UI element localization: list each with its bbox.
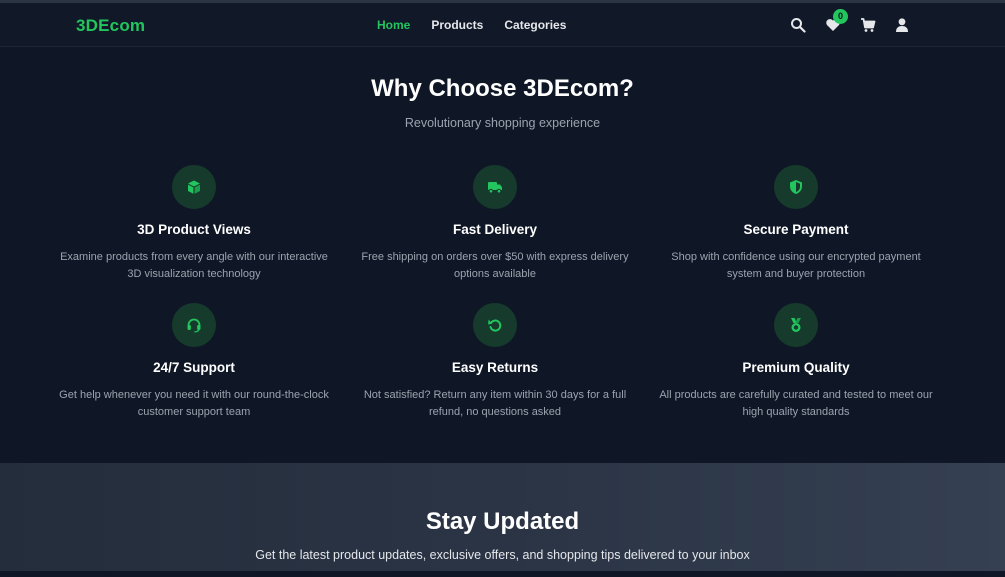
cart-icon[interactable] xyxy=(860,17,876,33)
nav-link-home[interactable]: Home xyxy=(377,18,410,32)
feature-description: Free shipping on orders over $50 with ex… xyxy=(361,251,629,280)
newsletter-section: Stay Updated Get the latest product upda… xyxy=(0,463,1005,577)
truck-icon xyxy=(473,165,517,209)
feature-description: All products are carefully curated and t… xyxy=(659,389,933,418)
section-title: Why Choose 3DEcom? xyxy=(371,75,634,102)
feature-description: Examine products from every angle with o… xyxy=(60,251,328,280)
feature-title: Easy Returns xyxy=(451,360,539,375)
nav-link-categories[interactable]: Categories xyxy=(504,18,566,32)
features-section: Why Choose 3DEcom? Revolutionary shoppin… xyxy=(0,47,1005,463)
feature-card-fast-delivery: Fast Delivery Free shipping on orders ov… xyxy=(345,165,645,283)
bottom-border xyxy=(0,571,1005,577)
feature-card-premium-quality: Premium Quality All products are careful… xyxy=(646,303,946,421)
feature-title: 24/7 Support xyxy=(153,360,235,375)
nav-link-products[interactable]: Products xyxy=(431,18,483,32)
medal-icon xyxy=(774,303,818,347)
navbar: 3DEcom Home Products Categories 0 xyxy=(0,3,1005,47)
feature-card-secure-payment: Secure Payment Shop with confidence usin… xyxy=(646,165,946,283)
newsletter-subtitle: Get the latest product updates, exclusiv… xyxy=(255,548,750,562)
shield-icon xyxy=(774,165,818,209)
feature-title: 3D Product Views xyxy=(137,222,251,237)
feature-description: Get help whenever you need it with our r… xyxy=(59,389,329,418)
feature-card-support: 24/7 Support Get help whenever you need … xyxy=(44,303,344,421)
feature-title: Secure Payment xyxy=(743,222,849,237)
wishlist-count-badge: 0 xyxy=(833,9,848,24)
search-icon[interactable] xyxy=(790,17,806,33)
feature-description: Shop with confidence using our encrypted… xyxy=(671,251,921,280)
brand-logo[interactable]: 3DEcom xyxy=(76,16,145,36)
feature-title: Fast Delivery xyxy=(452,222,538,237)
newsletter-title: Stay Updated xyxy=(425,508,580,535)
feature-card-3d-views: 3D Product Views Examine products from e… xyxy=(44,165,344,283)
nav-links: Home Products Categories xyxy=(377,18,566,32)
user-icon[interactable] xyxy=(894,17,910,33)
feature-title: Premium Quality xyxy=(742,360,850,375)
undo-icon xyxy=(473,303,517,347)
section-subtitle: Revolutionary shopping experience xyxy=(404,116,601,130)
feature-card-easy-returns: Easy Returns Not satisfied? Return any i… xyxy=(345,303,645,421)
feature-description: Not satisfied? Return any item within 30… xyxy=(363,389,627,418)
cube-icon xyxy=(172,165,216,209)
headset-icon xyxy=(172,303,216,347)
